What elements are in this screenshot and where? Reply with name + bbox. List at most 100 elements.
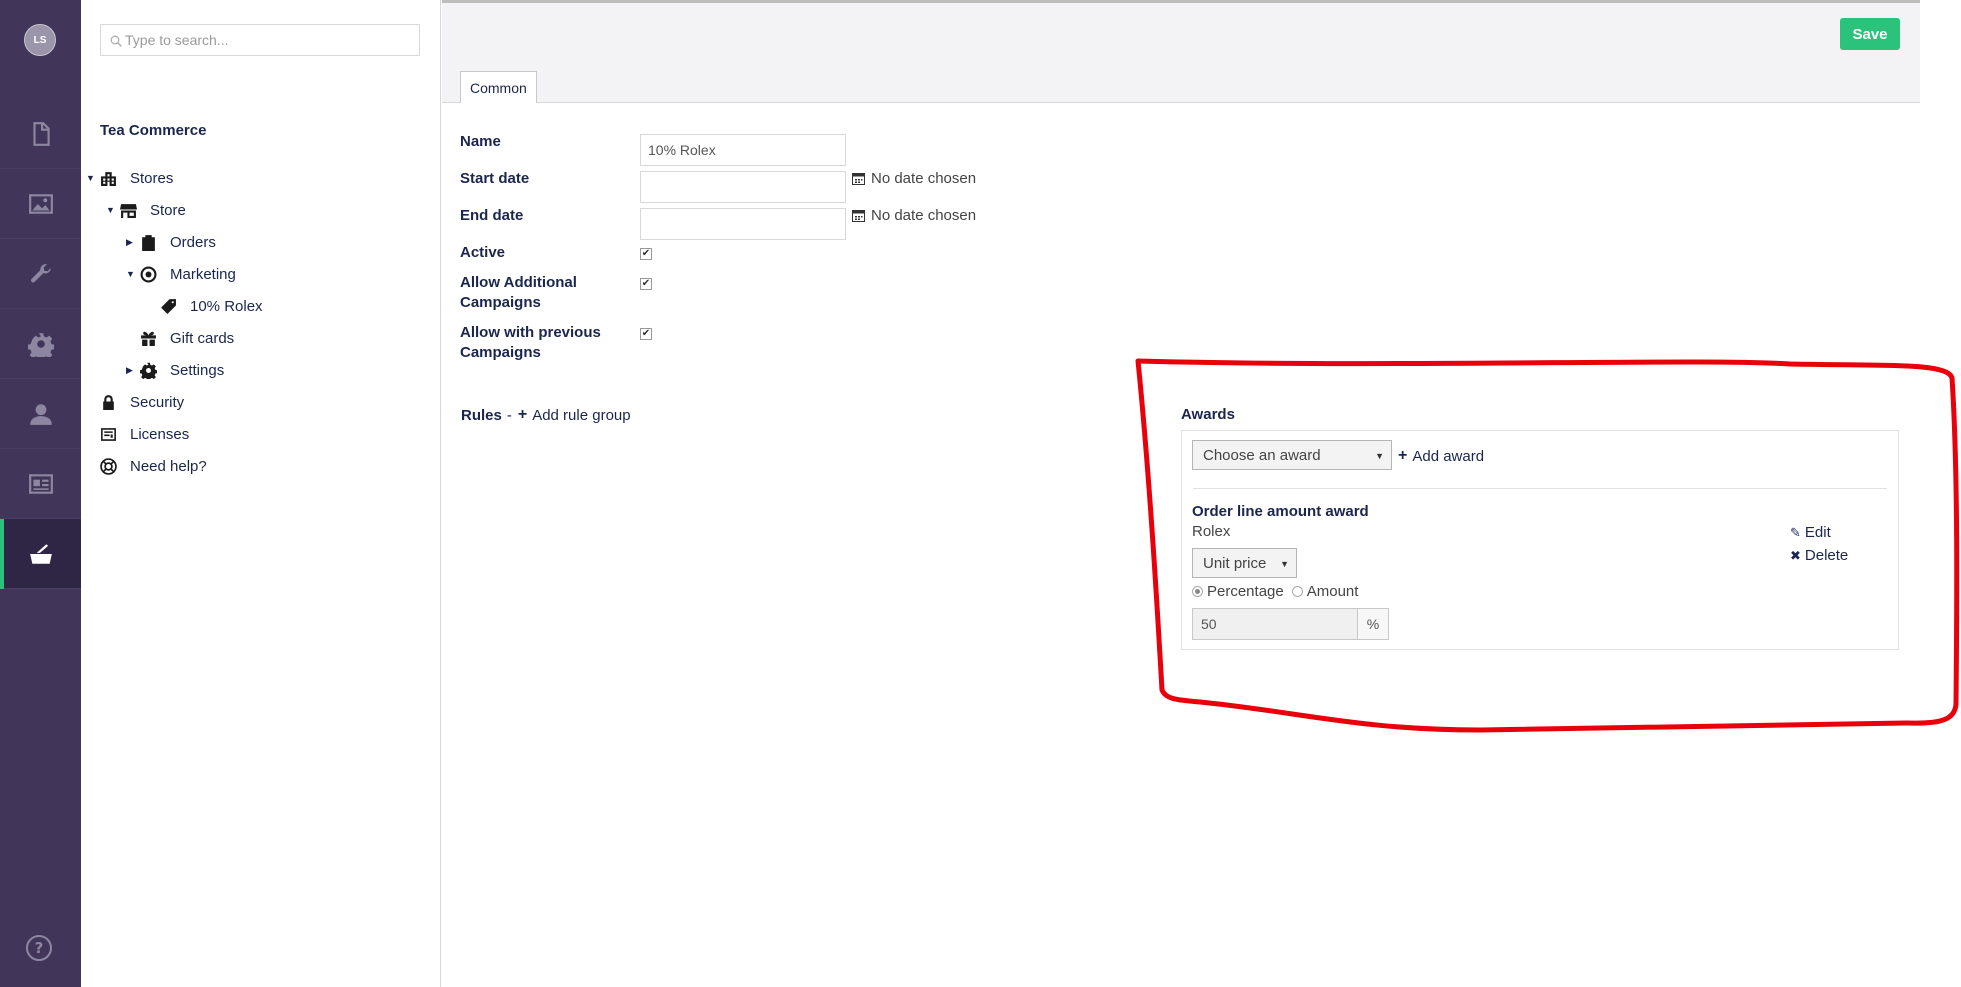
caret-right-icon[interactable]: ▶	[126, 365, 138, 376]
amount-radio-label[interactable]: Amount	[1307, 583, 1359, 600]
start-date-input[interactable]	[640, 171, 846, 203]
tree-item-label: Gift cards	[170, 329, 235, 347]
name-input[interactable]	[640, 134, 846, 166]
tree-item-orders[interactable]: ▶ Orders	[126, 229, 216, 255]
caret-right-icon[interactable]: ▶	[126, 237, 138, 248]
tag-icon	[158, 296, 178, 316]
award-amount-input[interactable]	[1192, 608, 1358, 640]
user-icon	[29, 403, 52, 425]
choose-award-select[interactable]: Choose an award ▼	[1192, 440, 1392, 470]
chevron-down-icon: ▼	[1280, 559, 1289, 569]
tab-common[interactable]: Common	[460, 71, 537, 103]
percentage-radio[interactable]	[1192, 586, 1203, 597]
basket-icon	[29, 543, 52, 564]
allow-previous-label-line1: Allow with previous	[460, 324, 601, 341]
tree-item-settings[interactable]: ▶ Settings	[126, 357, 224, 383]
search-box[interactable]	[100, 24, 420, 56]
award-type-radio-group: Percentage Amount	[1192, 583, 1358, 600]
developer-section-button[interactable]	[0, 309, 81, 379]
tree-item-licenses[interactable]: Licenses	[98, 421, 189, 447]
editor-header	[442, 0, 1920, 103]
start-date-label: Start date	[460, 170, 530, 187]
end-date-label: End date	[460, 207, 524, 224]
image-icon	[28, 193, 53, 214]
gear-icon	[27, 332, 54, 357]
no-date-text: No date chosen	[871, 170, 977, 187]
add-award-label: Add award	[1412, 447, 1485, 465]
tree-item-help[interactable]: Need help?	[98, 453, 207, 479]
tree-item-label: Licenses	[130, 425, 190, 443]
search-input[interactable]	[125, 25, 415, 55]
plus-icon: +	[1398, 447, 1408, 464]
tree-item-label: Settings	[170, 361, 225, 379]
building-icon	[98, 168, 118, 188]
amount-radio[interactable]	[1291, 586, 1303, 597]
active-checkbox[interactable]: ✔	[640, 248, 652, 260]
end-date-hint: No date chosen	[852, 207, 976, 224]
chevron-down-icon: ▼	[1375, 451, 1384, 461]
certificate-icon	[98, 424, 118, 444]
calendar-icon[interactable]	[852, 209, 865, 222]
start-date-hint: No date chosen	[852, 170, 976, 187]
add-rule-group-link[interactable]: Add rule group	[532, 407, 630, 424]
gift-icon	[138, 328, 158, 348]
tree-item-security[interactable]: Security	[98, 389, 184, 415]
name-label: Name	[460, 133, 501, 150]
tree-item-label: Store	[150, 201, 186, 219]
active-label: Active	[460, 244, 506, 261]
lifebuoy-icon	[98, 456, 118, 476]
allow-additional-label: Allow Additional Campaigns	[460, 273, 577, 313]
calendar-icon[interactable]	[852, 172, 865, 185]
percent-unit: %	[1357, 608, 1389, 640]
rules-row: Rules - + Add rule group	[461, 406, 631, 424]
content-section-button[interactable]	[0, 99, 81, 169]
caret-down-icon[interactable]: ▼	[106, 205, 118, 215]
tree-item-label: Need help?	[130, 457, 207, 475]
delete-award-button[interactable]: ✖ Delete	[1790, 547, 1848, 564]
members-section-button[interactable]	[0, 449, 81, 519]
tree-section-title: Tea Commerce	[100, 122, 207, 139]
edit-label: Edit	[1804, 524, 1831, 541]
caret-down-icon[interactable]: ▼	[126, 269, 138, 279]
awards-divider	[1193, 488, 1887, 489]
users-section-button[interactable]	[0, 379, 81, 449]
settings-section-button[interactable]	[0, 239, 81, 309]
allow-additional-checkbox[interactable]: ✔	[640, 278, 652, 290]
save-button[interactable]: Save	[1840, 18, 1900, 50]
search-icon	[110, 35, 122, 47]
help-icon[interactable]: ?	[24, 933, 54, 963]
percentage-radio-label[interactable]: Percentage	[1207, 583, 1284, 600]
end-date-input[interactable]	[640, 208, 846, 240]
plus-icon[interactable]: +	[518, 406, 527, 424]
delete-label: Delete	[1804, 547, 1849, 564]
close-icon: ✖	[1790, 547, 1801, 563]
commerce-section-button[interactable]	[0, 519, 81, 589]
media-section-button[interactable]	[0, 169, 81, 239]
no-date-text: No date chosen	[871, 207, 977, 224]
app-sidebar: LS ?	[0, 0, 81, 987]
tree-item-label: 10% Rolex	[190, 297, 263, 315]
tree-item-store[interactable]: ▼ Store	[106, 197, 186, 223]
price-type-value: Unit price	[1203, 554, 1267, 572]
rules-separator: -	[506, 406, 512, 424]
tree-item-label: Orders	[170, 233, 216, 251]
id-card-icon	[28, 473, 53, 494]
award-name: Order line amount award	[1192, 503, 1369, 520]
award-product: Rolex	[1192, 523, 1231, 540]
add-award-button[interactable]: + Add award	[1398, 447, 1484, 465]
tree-item-stores[interactable]: ▼ Stores	[86, 165, 173, 191]
tree-item-marketing[interactable]: ▼ Marketing	[126, 261, 236, 287]
wrench-icon	[30, 263, 51, 282]
allow-previous-label-line2: Campaigns	[460, 344, 541, 361]
allow-previous-checkbox[interactable]: ✔	[640, 328, 652, 340]
user-avatar[interactable]: LS	[24, 24, 56, 56]
tree-item-gift-cards[interactable]: Gift cards	[138, 325, 234, 351]
edit-award-button[interactable]: ✎ Edit	[1790, 524, 1831, 541]
pencil-icon: ✎	[1790, 524, 1801, 540]
choose-award-value: Choose an award	[1203, 446, 1321, 464]
price-type-select[interactable]: Unit price ▼	[1192, 548, 1297, 578]
target-icon	[138, 264, 158, 284]
tree-item-label: Marketing	[170, 265, 236, 283]
tree-item-campaign[interactable]: 10% Rolex	[158, 293, 263, 319]
caret-down-icon[interactable]: ▼	[86, 173, 98, 183]
